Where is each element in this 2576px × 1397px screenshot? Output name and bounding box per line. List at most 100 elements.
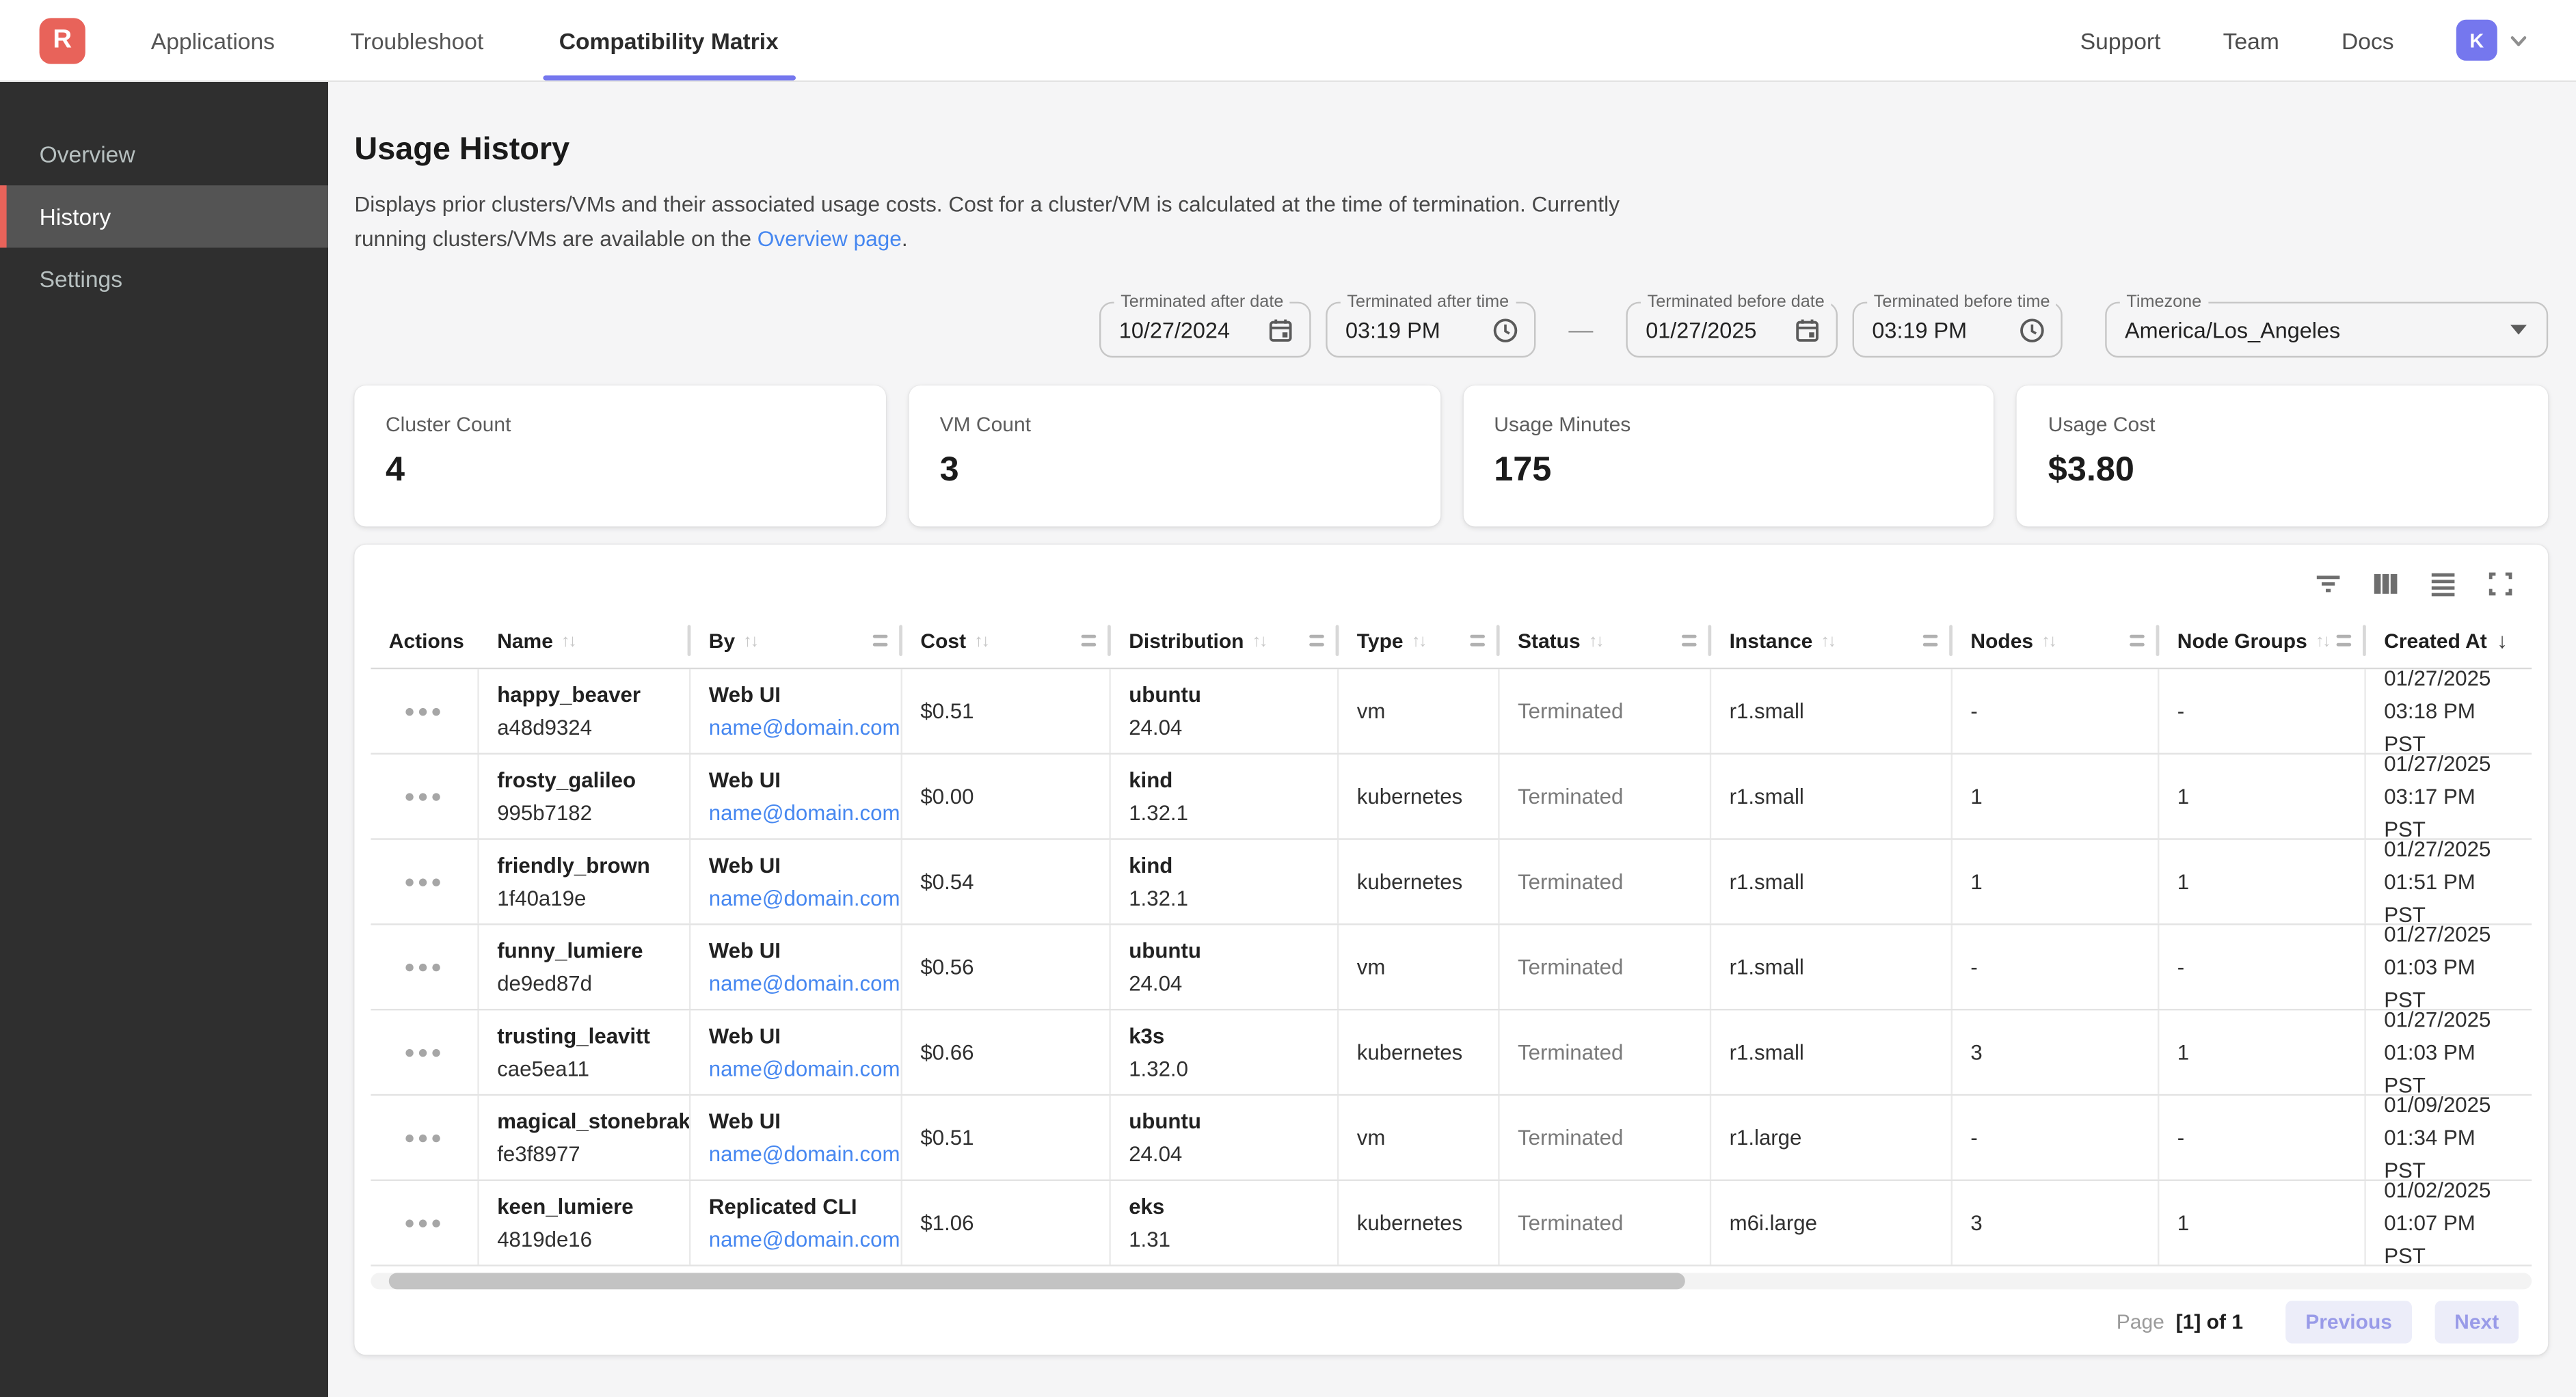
column-label: Instance <box>1730 629 1813 653</box>
cell-by: Web UIname@domain.com <box>690 925 902 1009</box>
account-menu[interactable]: K <box>2456 20 2530 61</box>
created-by-email-link[interactable]: name@domain.com <box>709 1138 888 1171</box>
sort-icons[interactable]: ↑↓ <box>2316 632 2329 651</box>
scrollbar-thumb[interactable] <box>389 1273 1685 1290</box>
sort-icons[interactable]: ↑↓ <box>1589 632 1602 651</box>
stat-value: 3 <box>940 451 1409 491</box>
sidebar-item-history[interactable]: History <box>0 185 328 247</box>
row-actions-button[interactable]: ●●● <box>371 755 479 839</box>
column-header-nodes[interactable]: Nodes↑↓ <box>1953 614 2159 668</box>
timezone-value[interactable]: America/Los_Angeles <box>2125 317 2340 342</box>
columns-icon[interactable] <box>2371 569 2400 599</box>
table-header-row: ActionsName↑↓By↑↓Cost↑↓Distribution↑↓Typ… <box>371 614 2532 670</box>
sort-icons[interactable]: ↑↓ <box>1412 632 1425 651</box>
previous-page-button[interactable]: Previous <box>2285 1301 2411 1343</box>
field-value[interactable]: 03:19 PM <box>1345 317 1440 342</box>
created-by-email-link[interactable]: name@domain.com <box>709 968 888 1001</box>
timezone-select[interactable]: Timezone America/Los_Angeles <box>2105 302 2548 358</box>
field-label: Terminated after time <box>1341 290 1516 315</box>
sort-icons[interactable]: ↑↓ <box>1252 632 1266 651</box>
row-actions-button[interactable]: ●●● <box>371 841 479 924</box>
field-value[interactable]: 10/27/2024 <box>1119 317 1230 342</box>
row-actions-button[interactable]: ●●● <box>371 1182 479 1265</box>
column-header-distribution[interactable]: Distribution↑↓ <box>1111 614 1339 668</box>
column-drag-handle-icon[interactable] <box>1082 636 1097 647</box>
cell-type: vm <box>1339 1096 1499 1180</box>
terminated-after-date-field[interactable]: Terminated after date 10/27/2024 <box>1099 302 1311 358</box>
stat-value: 175 <box>1494 451 1963 491</box>
row-actions-button[interactable]: ●●● <box>371 1011 479 1094</box>
column-drag-handle-icon[interactable] <box>1682 636 1697 647</box>
sidebar-item-label: Overview <box>40 141 135 167</box>
column-label: Created At <box>2384 629 2487 653</box>
created-by-email-link[interactable]: name@domain.com <box>709 711 888 744</box>
terminated-after-time-field[interactable]: Terminated after time 03:19 PM <box>1326 302 1535 358</box>
status-value: Terminated <box>1518 781 1697 813</box>
sort-icons[interactable]: ↑↓ <box>974 632 988 651</box>
calendar-icon[interactable] <box>1793 316 1821 344</box>
nav-link-support[interactable]: Support <box>2080 27 2161 53</box>
column-drag-handle-icon[interactable] <box>2337 636 2352 647</box>
calendar-icon[interactable] <box>1267 316 1295 344</box>
nav-link-docs[interactable]: Docs <box>2342 27 2394 53</box>
created-by-email-link[interactable]: name@domain.com <box>709 1223 888 1256</box>
column-drag-handle-icon[interactable] <box>1309 636 1324 647</box>
sidebar-item-settings[interactable]: Settings <box>0 247 328 310</box>
sort-icons[interactable]: ↑↓ <box>2041 632 2055 651</box>
column-header-status[interactable]: Status↑↓ <box>1500 614 1712 668</box>
distribution-name: kind <box>1129 850 1324 882</box>
replicated-logo[interactable]: R <box>40 17 85 63</box>
sort-icons[interactable]: ↑↓ <box>1821 632 1834 651</box>
filter-icon[interactable] <box>2313 569 2343 599</box>
clock-icon[interactable] <box>1492 316 1520 344</box>
sidebar-item-overview[interactable]: Overview <box>0 123 328 185</box>
created-by-email-link[interactable]: name@domain.com <box>709 882 888 915</box>
sort-desc-icon[interactable]: ↓ <box>2497 629 2508 653</box>
density-icon[interactable] <box>2428 569 2458 599</box>
sort-icons[interactable]: ↑↓ <box>561 632 575 651</box>
sort-icons[interactable]: ↑↓ <box>743 632 757 651</box>
select-arrow-icon[interactable] <box>2510 325 2527 334</box>
tab-troubleshoot[interactable]: Troubleshoot <box>344 0 490 81</box>
created-by-email-link[interactable]: name@domain.com <box>709 797 888 830</box>
row-actions-button[interactable]: ●●● <box>371 1096 479 1180</box>
created-by-email-link[interactable]: name@domain.com <box>709 1053 888 1085</box>
column-header-name[interactable]: Name↑↓ <box>479 614 691 668</box>
nav-link-team[interactable]: Team <box>2223 27 2279 53</box>
fullscreen-icon[interactable] <box>2486 569 2515 599</box>
instance-value: r1.small <box>1730 951 1938 984</box>
avatar[interactable]: K <box>2456 20 2497 61</box>
column-header-created-at[interactable]: Created At ↓ <box>2366 614 2529 668</box>
column-header-type[interactable]: Type↑↓ <box>1339 614 1499 668</box>
column-header-by[interactable]: By↑↓ <box>690 614 902 668</box>
created-date: 01/27/2025 <box>2384 841 2515 866</box>
cell-created-at: 01/09/202501:34 PM PST <box>2366 1096 2529 1180</box>
tab-compatibility-matrix[interactable]: Compatibility Matrix <box>552 0 785 81</box>
column-drag-handle-icon[interactable] <box>2130 636 2145 647</box>
clock-icon[interactable] <box>2018 316 2046 344</box>
column-header-actions: Actions <box>371 614 479 668</box>
terminated-before-time-field[interactable]: Terminated before time 03:19 PM <box>1853 302 2063 358</box>
terminated-before-date-field[interactable]: Terminated before date 01/27/2025 <box>1626 302 1838 358</box>
overview-page-link[interactable]: Overview page <box>757 226 902 250</box>
usage-history-table-card: ActionsName↑↓By↑↓Cost↑↓Distribution↑↓Typ… <box>354 545 2548 1355</box>
column-drag-handle-icon[interactable] <box>1923 636 1938 647</box>
next-page-button[interactable]: Next <box>2434 1301 2519 1343</box>
field-value[interactable]: 03:19 PM <box>1872 317 1967 342</box>
column-header-cost[interactable]: Cost↑↓ <box>902 614 1111 668</box>
column-header-node-groups[interactable]: Node Groups↑↓ <box>2159 614 2365 668</box>
row-actions-button[interactable]: ●●● <box>371 670 479 753</box>
cell-instance: r1.small <box>1711 670 1953 753</box>
instance-value: r1.small <box>1730 1036 1938 1069</box>
column-header-instance[interactable]: Instance ↑↓ <box>1711 614 1953 668</box>
column-drag-handle-icon[interactable] <box>1470 636 1485 647</box>
stat-label: Usage Minutes <box>1494 413 1963 437</box>
column-drag-handle-icon[interactable] <box>873 636 888 647</box>
status-value: Terminated <box>1518 695 1697 728</box>
sidebar-item-label: Settings <box>40 266 122 292</box>
row-actions-button[interactable]: ●●● <box>371 925 479 1009</box>
chevron-down-icon[interactable] <box>2507 29 2530 52</box>
cost-value: $0.54 <box>920 866 1096 899</box>
tab-applications[interactable]: Applications <box>144 0 281 81</box>
field-value[interactable]: 01/27/2025 <box>1646 317 1756 342</box>
